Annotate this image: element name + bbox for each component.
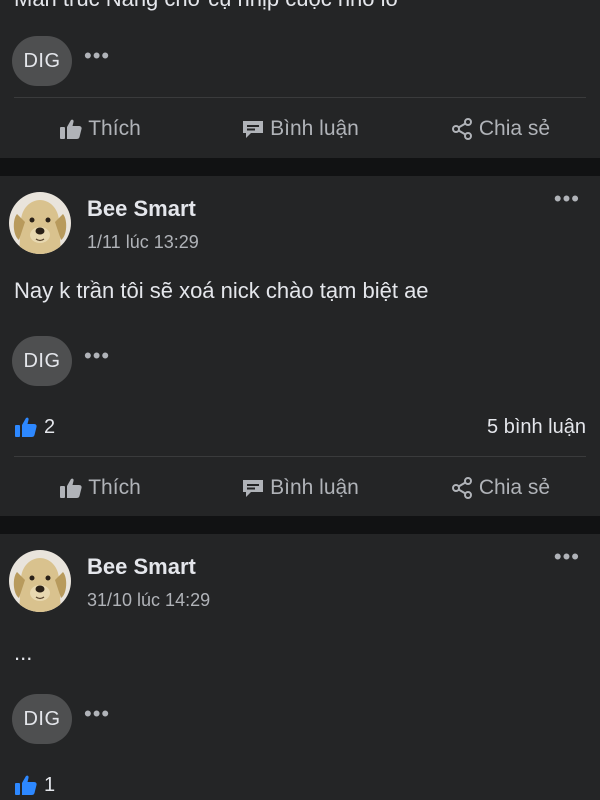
reaction-stats: 2 5 bình luận <box>14 412 586 442</box>
author-name[interactable]: Bee Smart <box>87 554 196 580</box>
comment-button[interactable]: Bình luận <box>200 476 400 500</box>
like-button[interactable]: Thích <box>0 476 200 500</box>
dig-row: DIG ••• <box>12 694 110 744</box>
reaction-stats: 1 <box>14 770 586 800</box>
post-header: Bee Smart 1/11 lúc 13:29 ••• <box>0 186 600 262</box>
like-reaction-icon[interactable] <box>14 774 38 796</box>
comment-icon <box>243 480 264 497</box>
share-icon <box>451 477 472 499</box>
share-button[interactable]: Chia sẻ <box>400 117 600 141</box>
action-bar: Thích Bình luận Chia sẻ <box>0 98 600 160</box>
comment-label: Bình luận <box>270 476 359 499</box>
comment-label: Bình luận <box>270 117 359 140</box>
avatar[interactable] <box>9 192 71 254</box>
thumbs-up-icon <box>60 478 82 498</box>
like-label: Thích <box>88 476 141 499</box>
dig-more-button[interactable]: ••• <box>84 345 110 377</box>
author-name[interactable]: Bee Smart <box>87 196 196 222</box>
comment-count[interactable]: 5 bình luận <box>487 416 586 439</box>
post-card: Mần trúc Nàng chờ cụ nhịp cuộc nhỏ lỡ DI… <box>0 0 600 158</box>
dog-avatar-icon <box>9 192 71 254</box>
avatar[interactable] <box>9 550 71 612</box>
dig-row: DIG ••• <box>12 36 110 86</box>
share-label: Chia sẻ <box>478 476 551 499</box>
comment-button[interactable]: Bình luận <box>200 117 400 141</box>
post-card: Bee Smart 31/10 lúc 14:29 ••• ... DIG ••… <box>0 534 600 800</box>
share-icon <box>451 118 472 140</box>
post-options-button[interactable]: ••• <box>554 544 580 570</box>
dig-button[interactable]: DIG <box>12 336 72 386</box>
like-count[interactable]: 2 <box>44 416 55 439</box>
dig-button[interactable]: DIG <box>12 694 72 744</box>
post-body: Mần trúc Nàng chờ cụ nhịp cuộc nhỏ lỡ <box>14 0 400 12</box>
dig-more-button[interactable]: ••• <box>84 45 110 77</box>
like-button[interactable]: Thích <box>0 117 200 141</box>
share-button[interactable]: Chia sẻ <box>400 476 600 500</box>
post-time[interactable]: 1/11 lúc 13:29 <box>87 232 199 253</box>
post-body: ... <box>14 640 33 665</box>
dig-button[interactable]: DIG <box>12 36 72 86</box>
like-reaction-icon[interactable] <box>14 416 38 438</box>
like-label: Thích <box>88 117 141 140</box>
comment-icon <box>243 121 264 138</box>
post-header: Bee Smart 31/10 lúc 14:29 ••• <box>0 544 600 620</box>
like-count[interactable]: 1 <box>44 774 55 797</box>
post-separator <box>0 158 600 176</box>
post-card: Bee Smart 1/11 lúc 13:29 ••• Nay k trần … <box>0 176 600 516</box>
dog-avatar-icon <box>9 550 71 612</box>
share-label: Chia sẻ <box>478 117 551 140</box>
thumbs-up-icon <box>60 119 82 139</box>
post-separator <box>0 516 600 534</box>
post-options-button[interactable]: ••• <box>554 186 580 212</box>
dig-row: DIG ••• <box>12 336 110 386</box>
action-bar: Thích Bình luận Chia sẻ <box>0 457 600 519</box>
post-time[interactable]: 31/10 lúc 14:29 <box>87 590 210 611</box>
dig-more-button[interactable]: ••• <box>84 703 110 735</box>
post-body: Nay k trần tôi sẽ xoá nick chào tạm biệt… <box>14 278 429 303</box>
news-feed: Mần trúc Nàng chờ cụ nhịp cuộc nhỏ lỡ DI… <box>0 0 600 800</box>
